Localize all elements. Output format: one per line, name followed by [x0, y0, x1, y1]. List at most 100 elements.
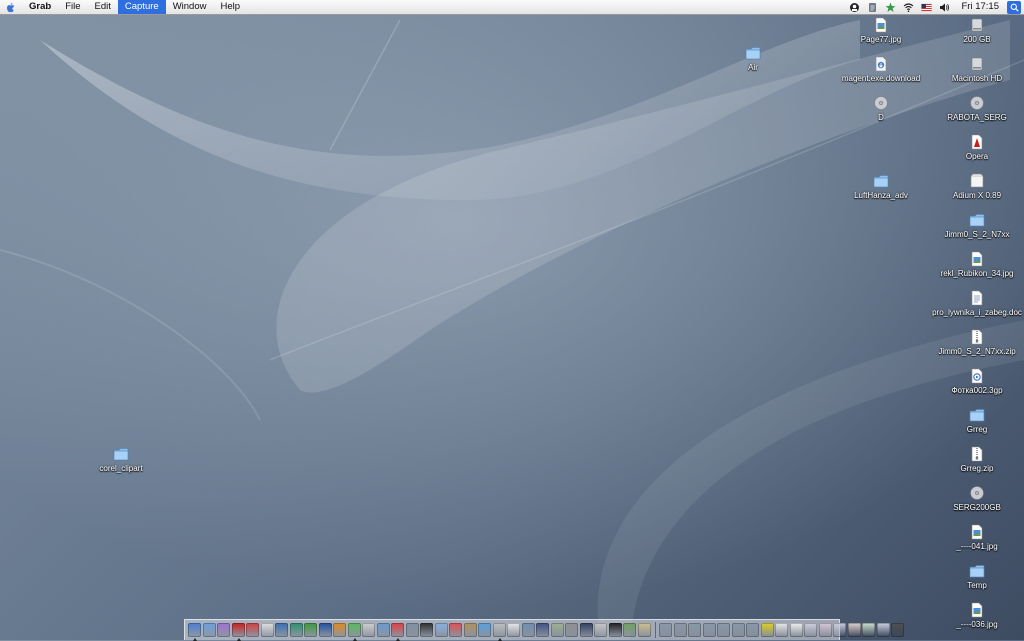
menu-edit[interactable]: Edit: [88, 0, 118, 14]
desktop-icon-air[interactable]: Air: [708, 45, 798, 72]
books-icon[interactable]: [637, 623, 651, 637]
script-menu-icon[interactable]: [865, 0, 880, 14]
spotlight-search-icon[interactable]: [1007, 0, 1021, 14]
desktop-icon-036-jpg[interactable]: _----036.jpg: [932, 602, 1022, 629]
bluetooth-star-icon[interactable]: [883, 0, 898, 14]
xcode-icon[interactable]: [376, 623, 390, 637]
desktop-icon-temp[interactable]: Temp: [932, 563, 1022, 590]
stack-5-icon[interactable]: [862, 623, 875, 637]
drive-icon: [969, 485, 985, 501]
window-minimized-1-icon[interactable]: [659, 623, 672, 637]
window-minimized-7-icon[interactable]: [746, 623, 759, 637]
folder-icon: [969, 407, 985, 423]
stack-2-icon[interactable]: [818, 623, 832, 637]
acrobat-icon[interactable]: [246, 623, 259, 637]
adium-icon[interactable]: [347, 623, 361, 641]
grab-icon[interactable]: [492, 623, 506, 641]
menu-file[interactable]: File: [58, 0, 87, 14]
opera-icon: [969, 134, 985, 150]
desktop-icon-grreg[interactable]: Grreg: [932, 407, 1022, 434]
menu-capture[interactable]: Capture: [117, 0, 166, 14]
stack-4-icon[interactable]: [847, 623, 861, 637]
desktop-icon-magent[interactable]: magent.exe.download: [836, 56, 926, 83]
desktop-icon-rekl-rubikon[interactable]: rekl_Rubikon_34.jpg: [932, 251, 1022, 278]
mail-icon[interactable]: [434, 623, 448, 637]
desktop-icon-serg200gb[interactable]: SERG200GB: [932, 485, 1022, 512]
ichat-icon[interactable]: [478, 623, 491, 637]
dreamweaver-icon[interactable]: [304, 623, 317, 637]
desktop-icon-jimm-folder[interactable]: Jimm0_S_2_N7xx: [932, 212, 1022, 239]
desktop-icon-label: SERG200GB: [953, 503, 1001, 512]
firefox-icon[interactable]: [318, 623, 332, 637]
desktop-icon-grreg-zip[interactable]: Grreg.zip: [932, 446, 1022, 473]
video-file-icon: [969, 368, 985, 384]
trash-icon[interactable]: [891, 623, 904, 637]
network-icon[interactable]: [536, 623, 549, 637]
window-minimized-4-icon[interactable]: [702, 623, 716, 637]
vlc-icon[interactable]: [333, 623, 346, 637]
menu-window[interactable]: Window: [166, 0, 214, 14]
desktop-icon-200gb[interactable]: 200 GB: [932, 17, 1022, 44]
desktop-icon-041-jpg[interactable]: _----041.jpg: [932, 524, 1022, 551]
safari-icon[interactable]: [202, 623, 216, 637]
dashboard-icon[interactable]: [579, 623, 593, 637]
desktop-icon-label: pro_lywnika_i_zabeg.doc: [932, 308, 1022, 317]
desktop-icon-jimm-zip[interactable]: Jimm0_S_2_N7xx.zip: [932, 329, 1022, 356]
desktop-icon-label: Opera: [965, 152, 989, 161]
apple-menu-icon[interactable]: [0, 0, 22, 14]
menu-help[interactable]: Help: [213, 0, 247, 14]
window-minimized-6-icon[interactable]: [731, 623, 745, 637]
window-minimized-2-icon[interactable]: [673, 623, 687, 637]
keyboard-icon[interactable]: [775, 623, 788, 637]
window-minimized-3-icon[interactable]: [688, 623, 701, 637]
text-doc-icon[interactable]: [789, 623, 803, 637]
photo-booth-icon[interactable]: [608, 623, 622, 637]
desktop-icon-adium[interactable]: Adium X 0.89: [932, 173, 1022, 200]
stack-1-icon[interactable]: [804, 623, 817, 637]
dock: [184, 619, 904, 641]
printer-icon[interactable]: [594, 623, 607, 637]
desktop-icon-label: RABOTA_SERG: [947, 113, 1007, 122]
preview-icon[interactable]: [260, 623, 274, 637]
desktop-icon-corel-clipart[interactable]: corel_clipart: [76, 446, 166, 473]
desktop-icon-lufthanza[interactable]: LuftHanza_adv: [836, 173, 926, 200]
desktop-icon-pro-lywnika[interactable]: pro_lywnika_i_zabeg.doc: [932, 290, 1022, 317]
ical-icon[interactable]: [449, 623, 462, 637]
opera-icon[interactable]: [231, 623, 245, 641]
folder-icon: [969, 212, 985, 228]
wifi-icon[interactable]: [901, 0, 916, 14]
calculator-icon[interactable]: [565, 623, 578, 637]
desktop-icon-label: Air: [748, 63, 758, 72]
desktop-icon-macintosh-hd[interactable]: Macintosh HD: [932, 56, 1022, 83]
volume-icon[interactable]: [937, 0, 952, 14]
stack-6-icon[interactable]: [876, 623, 890, 637]
finder-icon[interactable]: [188, 623, 201, 641]
itunes-icon[interactable]: [217, 623, 230, 637]
chess-icon[interactable]: [550, 623, 564, 637]
desktop-icon-d[interactable]: D: [836, 95, 926, 122]
terminal-icon[interactable]: [420, 623, 433, 637]
menu-clock[interactable]: Fri 17:15: [952, 0, 1008, 14]
activity-monitor-icon[interactable]: [847, 0, 862, 14]
desktop-icon-label: Adium X 0.89: [952, 191, 1002, 200]
us-flag-icon[interactable]: [919, 0, 934, 14]
photoshop-icon[interactable]: [275, 623, 288, 637]
iphoto-icon[interactable]: [623, 623, 636, 637]
utility-icon[interactable]: [521, 623, 535, 637]
stack-3-icon[interactable]: [833, 623, 846, 637]
desktop-icon-label: rekl_Rubikon_34.jpg: [940, 269, 1014, 278]
desktop-icon-rabota-serg[interactable]: RABOTA_SERG: [932, 95, 1022, 122]
desktop-icon-page77[interactable]: Page77.jpg: [836, 17, 926, 44]
pages-icon[interactable]: [362, 623, 375, 637]
desktop-icon-opera[interactable]: Opera: [932, 134, 1022, 161]
address-book-icon[interactable]: [463, 623, 477, 637]
transmission-icon[interactable]: [391, 623, 404, 641]
window-minimized-5-icon[interactable]: [717, 623, 730, 637]
system-preferences-icon[interactable]: [405, 623, 419, 637]
app-menu-grab[interactable]: Grab: [22, 0, 58, 14]
help-icon[interactable]: [760, 623, 774, 637]
desktop-icon-label: Jimm0_S_2_N7xx.zip: [938, 347, 1016, 356]
macromedia-icon[interactable]: [289, 623, 303, 637]
desktop-icon-fotka[interactable]: Фотка002.3gp: [932, 368, 1022, 395]
textedit-icon[interactable]: [507, 623, 520, 637]
